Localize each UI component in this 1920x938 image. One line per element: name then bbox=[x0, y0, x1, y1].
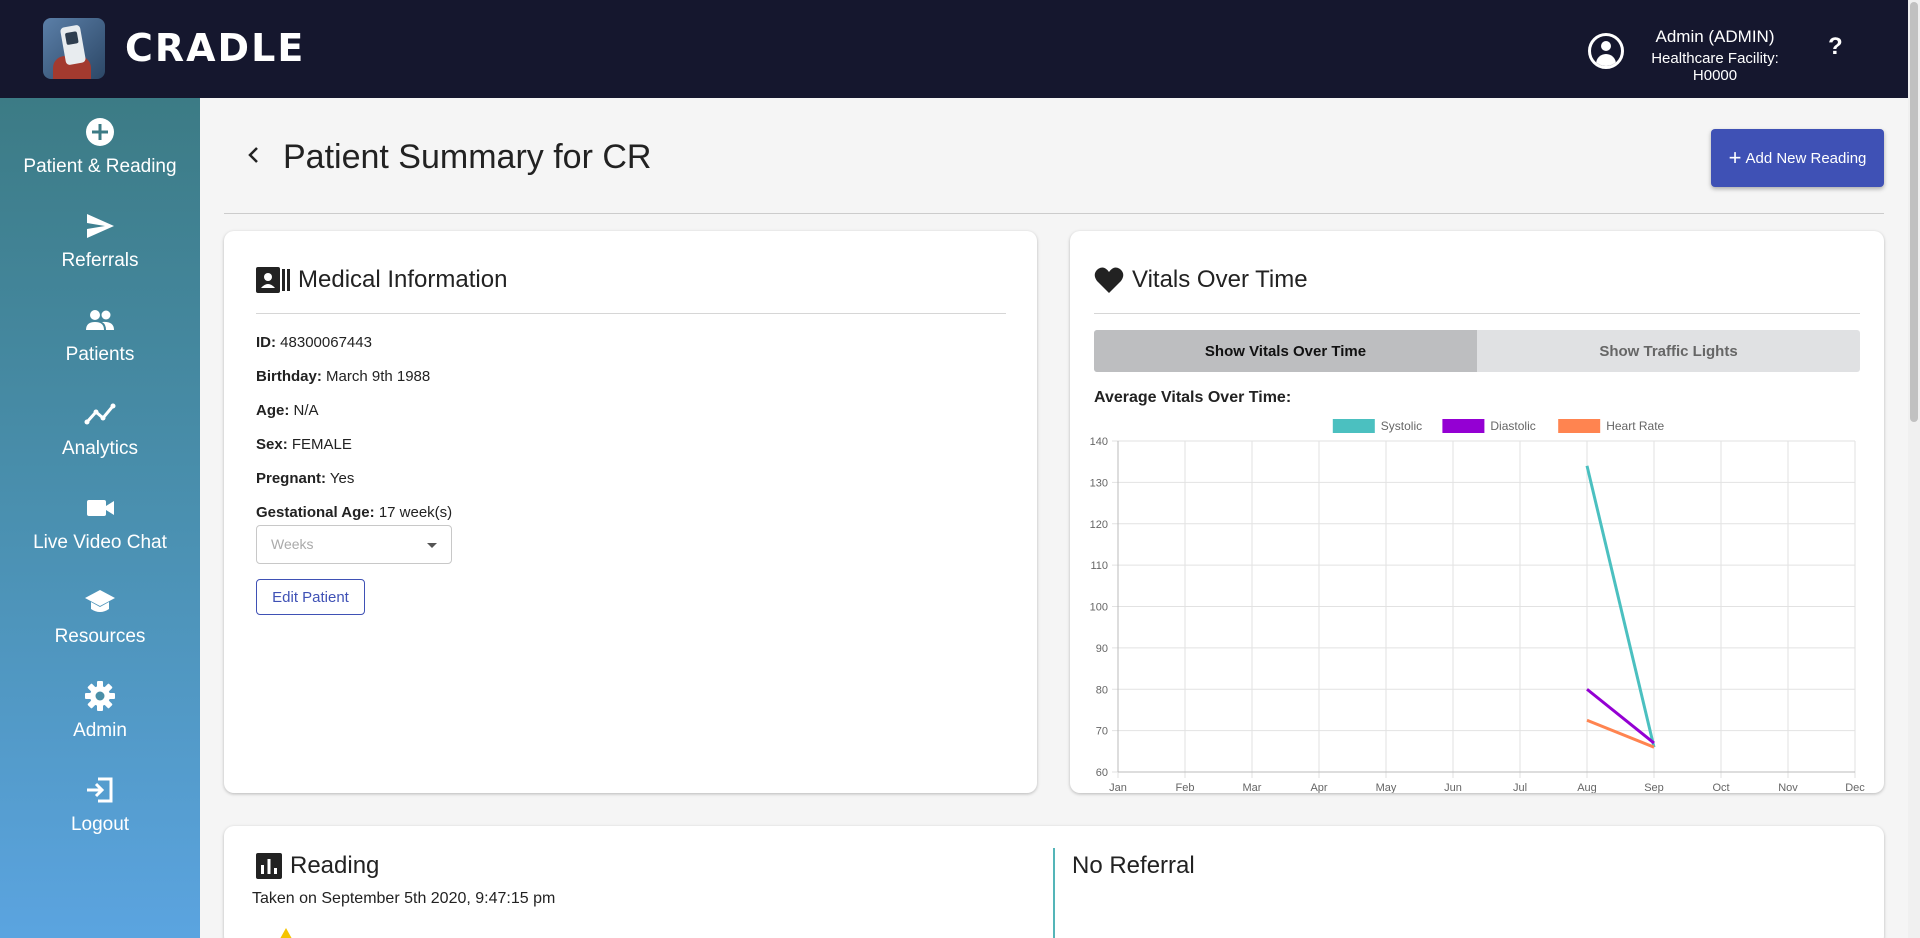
vitals-line-chart: 60 70 80 90 100 110 120 130 140 Jan Feb Mar Apr May Ju… bbox=[1090, 419, 1865, 793]
sidebar-item-label: Live Video Chat bbox=[33, 532, 167, 553]
card-divider bbox=[256, 313, 1006, 314]
reading-timestamp: Taken on September 5th 2020, 9:47:15 pm bbox=[252, 890, 556, 907]
x-tick-label: Sep bbox=[1644, 782, 1664, 793]
sidebar-item-label: Patients bbox=[65, 344, 135, 365]
legend-swatch bbox=[1332, 419, 1375, 433]
reading-title: Reading bbox=[290, 852, 380, 879]
bar-chart-icon bbox=[256, 853, 282, 879]
y-tick-label: 110 bbox=[1090, 560, 1108, 572]
x-tick-label: Jul bbox=[1513, 782, 1527, 793]
x-tick-label: Jun bbox=[1444, 782, 1462, 793]
help-button[interactable]: ? bbox=[1828, 33, 1843, 61]
sidebar-item-label: Referrals bbox=[61, 250, 139, 271]
x-tick-label: Oct bbox=[1712, 782, 1729, 793]
pregnant-field: Pregnant: Yes bbox=[256, 470, 355, 487]
people-icon bbox=[86, 310, 114, 330]
plus-icon: + bbox=[1728, 145, 1742, 170]
user-name: Admin (ADMIN) bbox=[1655, 27, 1775, 46]
x-tick-label: May bbox=[1376, 782, 1397, 793]
sidebar-item-label: Analytics bbox=[61, 438, 139, 459]
page-title: Patient Summary for CR bbox=[283, 138, 652, 176]
gear-icon bbox=[85, 681, 115, 711]
y-tick-label: 120 bbox=[1090, 519, 1108, 531]
add-new-reading-button[interactable]: + Add New Reading bbox=[1711, 129, 1884, 187]
medical-information-card: Medical Information ID: 48300067443 Birt… bbox=[224, 231, 1037, 793]
gestational-age-field: Gestational Age: 17 week(s) bbox=[256, 504, 453, 521]
sidebar-item-live-video-chat[interactable]: Live Video Chat bbox=[0, 474, 200, 568]
edit-patient-button[interactable]: Edit Patient bbox=[256, 579, 365, 615]
age-field: Age: N/A bbox=[256, 402, 319, 419]
logout-icon bbox=[87, 777, 113, 803]
main-content: Patient Summary for CR + Add New Reading… bbox=[200, 98, 1908, 938]
sex-field: Sex: FEMALE bbox=[256, 436, 352, 453]
y-tick-label: 100 bbox=[1090, 602, 1108, 614]
reading-card: Reading Taken on September 5th 2020, 9:4… bbox=[224, 826, 1884, 938]
legend-swatch bbox=[1558, 419, 1601, 433]
x-tick-label: Jan bbox=[1109, 782, 1127, 793]
cradle-logo[interactable] bbox=[43, 18, 105, 79]
top-app-bar: CRADLE Admin (ADMIN) Healthcare Facility… bbox=[0, 0, 1908, 98]
y-tick-label: 70 bbox=[1096, 726, 1108, 738]
y-tick-label: 140 bbox=[1090, 436, 1108, 448]
y-tick-label: 60 bbox=[1096, 767, 1108, 779]
warning-icon bbox=[276, 928, 296, 938]
x-tick-label: Feb bbox=[1176, 782, 1195, 793]
referral-status: No Referral bbox=[1072, 852, 1195, 879]
x-tick-label: Mar bbox=[1243, 782, 1262, 793]
x-tick-label: Dec bbox=[1845, 782, 1865, 793]
sidebar-item-patient-reading[interactable]: Patient & Reading bbox=[0, 98, 200, 192]
sidebar-item-logout[interactable]: Logout bbox=[0, 756, 200, 850]
patient-id-field: ID: 48300067443 bbox=[256, 334, 372, 351]
school-icon bbox=[85, 590, 115, 612]
dropdown-arrow-icon bbox=[427, 543, 437, 548]
legend-label: Diastolic bbox=[1490, 419, 1535, 433]
page-scrollbar[interactable] bbox=[1908, 0, 1920, 938]
sidebar-item-label: Admin bbox=[73, 720, 127, 741]
account-icon[interactable] bbox=[1588, 33, 1624, 69]
y-tick-label: 130 bbox=[1090, 477, 1108, 489]
gestational-unit-select[interactable]: Weeks bbox=[256, 525, 452, 564]
x-tick-label: Aug bbox=[1577, 782, 1597, 793]
contact-card-icon bbox=[256, 267, 290, 293]
add-new-reading-label: Add New Reading bbox=[1745, 149, 1867, 167]
video-camera-icon bbox=[87, 500, 114, 516]
sidebar: Patient & Reading Referrals Patients Ana… bbox=[0, 98, 200, 938]
vitals-over-time-card: Vitals Over Time Show Vitals Over Time S… bbox=[1070, 231, 1884, 793]
x-tick-label: Nov bbox=[1778, 782, 1798, 793]
send-icon bbox=[87, 214, 114, 238]
brand-title: CRADLE bbox=[125, 26, 306, 70]
sidebar-item-label: Logout bbox=[70, 814, 130, 835]
y-tick-label: 80 bbox=[1096, 684, 1108, 696]
medical-information-title: Medical Information bbox=[298, 266, 508, 293]
user-facility: Healthcare Facility: H0000 bbox=[1651, 50, 1779, 84]
sidebar-item-admin[interactable]: Admin bbox=[0, 662, 200, 756]
sidebar-item-analytics[interactable]: Analytics bbox=[0, 380, 200, 474]
back-arrow-icon[interactable] bbox=[242, 143, 266, 167]
legend-label: Systolic bbox=[1381, 419, 1422, 433]
section-divider bbox=[1053, 848, 1055, 938]
y-tick-label: 90 bbox=[1096, 643, 1108, 655]
sidebar-item-patients[interactable]: Patients bbox=[0, 286, 200, 380]
add-circle-icon bbox=[86, 118, 114, 146]
header-divider bbox=[224, 213, 1884, 214]
analytics-icon bbox=[84, 403, 116, 425]
legend-label: Heart Rate bbox=[1606, 419, 1664, 433]
x-tick-label: Apr bbox=[1310, 782, 1327, 793]
sidebar-item-resources[interactable]: Resources bbox=[0, 568, 200, 662]
sidebar-item-label: Resources bbox=[54, 626, 146, 647]
weeks-placeholder: Weeks bbox=[271, 536, 314, 552]
legend-swatch bbox=[1442, 419, 1485, 433]
sidebar-item-label: Patient & Reading bbox=[23, 156, 177, 177]
birthday-field: Birthday: March 9th 1988 bbox=[256, 368, 431, 385]
sidebar-item-referrals[interactable]: Referrals bbox=[0, 192, 200, 286]
